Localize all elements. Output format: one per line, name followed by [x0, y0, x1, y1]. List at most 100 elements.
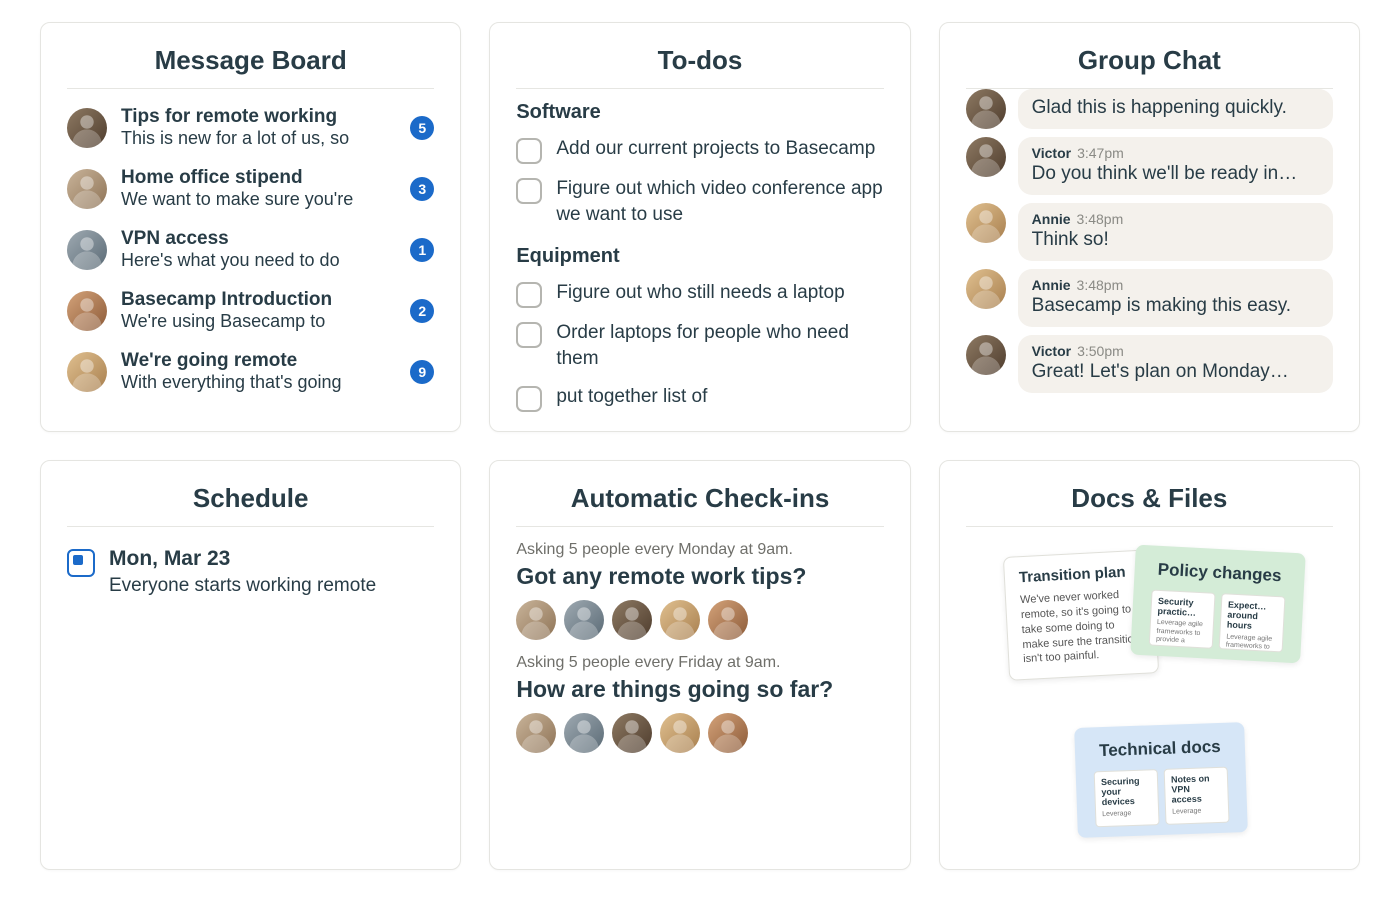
todos-card[interactable]: To-dos Software Add our current projects… — [489, 22, 910, 432]
mini-doc-title: Expect… around hours — [1227, 599, 1279, 633]
chat-bubble: Victor3:50pm Great! Let's plan on Monday… — [1018, 335, 1333, 393]
avatar-icon — [966, 269, 1006, 309]
unread-badge: 5 — [410, 116, 434, 140]
checkbox-icon[interactable] — [516, 386, 542, 412]
mini-document[interactable]: Expect… around hoursLeverage agile frame… — [1219, 593, 1286, 652]
folder-card[interactable]: Technical docs Securing your devicesLeve… — [1074, 722, 1248, 837]
schedule-card[interactable]: Schedule Mon, Mar 23 Everyone starts wor… — [40, 460, 461, 870]
chat-message[interactable]: Victor3:47pm Do you think we'll be ready… — [966, 137, 1333, 195]
mini-doc-body: Leverage agile frameworks to provide a — [1225, 633, 1276, 652]
todo-text: Order laptops for people who need them — [556, 320, 883, 371]
docs-area: Transition plan We've never worked remot… — [966, 535, 1333, 855]
group-chat-title: Group Chat — [966, 45, 1333, 89]
avatar-icon — [966, 335, 1006, 375]
avatar-icon — [708, 600, 748, 640]
chat-time: 3:48pm — [1077, 277, 1124, 293]
mini-doc-body: Leverage agile frameworks to provide a — [1156, 619, 1207, 647]
todo-item[interactable]: Figure out who still needs a laptop — [516, 274, 883, 314]
chat-author: Victor — [1032, 145, 1071, 161]
unread-badge: 3 — [410, 177, 434, 201]
mini-doc-title: Securing your devices — [1101, 775, 1152, 808]
chat-time: 3:48pm — [1077, 211, 1124, 227]
todo-item[interactable]: Order laptops for people who need them — [516, 314, 883, 377]
message-preview: We want to make sure you're — [121, 189, 396, 210]
message-preview: This is new for a lot of us, so — [121, 128, 396, 149]
todo-section: Software Add our current projects to Bas… — [516, 101, 883, 233]
mini-document[interactable]: Security practic…Leverage agile framewor… — [1149, 589, 1216, 648]
checkin-block[interactable]: Asking 5 people every Friday at 9am. How… — [516, 654, 883, 753]
avatar-icon — [67, 291, 107, 331]
checkbox-icon[interactable] — [516, 138, 542, 164]
todo-item[interactable]: Add our current projects to Basecamp — [516, 130, 883, 170]
chat-message[interactable]: Glad this is happening quickly. — [966, 89, 1333, 129]
avatar-icon — [516, 600, 556, 640]
message-board-list: Tips for remote working This is new for … — [67, 97, 434, 402]
document-body: We've never worked remote, so it's going… — [1019, 587, 1143, 667]
message-item[interactable]: We're going remote With everything that'… — [67, 341, 434, 402]
folder-card[interactable]: Policy changes Security practic…Leverage… — [1130, 545, 1306, 663]
todo-text: Figure out which video conference app we… — [556, 176, 883, 227]
document-title: Transition plan — [1018, 563, 1139, 587]
checkbox-icon[interactable] — [516, 178, 542, 204]
chat-bubble: Annie 3:48pm Think so! — [1018, 203, 1333, 261]
message-item[interactable]: VPN access Here's what you need to do 1 — [67, 219, 434, 280]
chat-author: Annie — [1032, 211, 1071, 227]
docs-files-card[interactable]: Docs & Files Transition plan We've never… — [939, 460, 1360, 870]
calendar-icon — [67, 549, 95, 577]
chat-author: Victor — [1032, 343, 1071, 359]
mini-document[interactable]: Notes on VPN accessLeverage — [1163, 766, 1229, 824]
message-preview: Here's what you need to do — [121, 250, 396, 271]
avatar-icon — [67, 230, 107, 270]
message-title: Basecamp Introduction — [121, 289, 396, 311]
message-preview: With everything that's going — [121, 372, 396, 393]
avatar-icon — [564, 713, 604, 753]
chat-list: Glad this is happening quickly. Victor3:… — [966, 89, 1333, 393]
todos-title: To-dos — [516, 45, 883, 89]
checkbox-icon[interactable] — [516, 282, 542, 308]
checkin-schedule: Asking 5 people every Monday at 9am. — [516, 541, 883, 559]
message-board-card[interactable]: Message Board Tips for remote working Th… — [40, 22, 461, 432]
checkbox-icon[interactable] — [516, 322, 542, 348]
message-preview: We're using Basecamp to — [121, 311, 396, 332]
docs-files-title: Docs & Files — [966, 483, 1333, 527]
unread-badge: 1 — [410, 238, 434, 262]
group-chat-card[interactable]: Group Chat Glad this is happening quickl… — [939, 22, 1360, 432]
message-item[interactable]: Home office stipend We want to make sure… — [67, 158, 434, 219]
message-item[interactable]: Basecamp Introduction We're using Baseca… — [67, 280, 434, 341]
message-item[interactable]: Tips for remote working This is new for … — [67, 97, 434, 158]
mini-doc-body: Leverage — [1172, 806, 1222, 816]
schedule-event[interactable]: Mon, Mar 23 Everyone starts working remo… — [67, 535, 434, 599]
todo-item[interactable]: put together list of — [516, 378, 883, 418]
message-title: We're going remote — [121, 350, 396, 372]
checkin-question: How are things going so far? — [516, 676, 883, 703]
todo-text: Figure out who still needs a laptop — [556, 280, 844, 308]
folder-title: Policy changes — [1146, 559, 1293, 586]
avatar-row — [516, 713, 883, 753]
chat-time: 3:47pm — [1077, 145, 1124, 161]
checkins-title: Automatic Check-ins — [516, 483, 883, 527]
checkins-card[interactable]: Automatic Check-ins Asking 5 people ever… — [489, 460, 910, 870]
chat-text: Basecamp is making this easy. — [1032, 295, 1319, 317]
chat-bubble: Annie3:48pm Basecamp is making this easy… — [1018, 269, 1333, 327]
dashboard-grid: Message Board Tips for remote working Th… — [40, 22, 1360, 870]
todo-section: Equipment Figure out who still needs a l… — [516, 245, 883, 417]
chat-message[interactable]: Annie3:48pm Basecamp is making this easy… — [966, 269, 1333, 327]
chat-text: Glad this is happening quickly. — [1032, 97, 1319, 119]
todo-item[interactable]: Figure out which video conference app we… — [516, 170, 883, 233]
chat-text: Think so! — [1032, 229, 1319, 251]
todo-section-name[interactable]: Software — [516, 101, 883, 124]
mini-document[interactable]: Securing your devicesLeverage — [1093, 769, 1159, 827]
chat-message[interactable]: Victor3:50pm Great! Let's plan on Monday… — [966, 335, 1333, 393]
avatar-icon — [564, 600, 604, 640]
checkin-block[interactable]: Asking 5 people every Monday at 9am. Got… — [516, 541, 883, 640]
mini-doc-title: Notes on VPN access — [1170, 772, 1221, 805]
checkin-question: Got any remote work tips? — [516, 563, 883, 590]
avatar-icon — [660, 600, 700, 640]
todo-section-name[interactable]: Equipment — [516, 245, 883, 268]
avatar-icon — [708, 713, 748, 753]
avatar-icon — [966, 137, 1006, 177]
mini-doc-title: Security practic… — [1157, 595, 1208, 618]
chat-message[interactable]: Annie 3:48pm Think so! — [966, 203, 1333, 261]
folder-title: Technical docs — [1086, 736, 1233, 761]
avatar-icon — [966, 203, 1006, 243]
